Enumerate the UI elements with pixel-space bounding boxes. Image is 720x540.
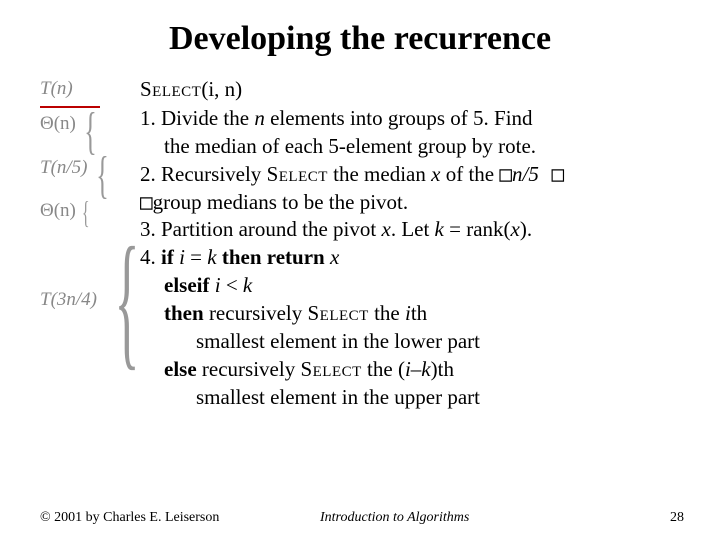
text: = [185,245,207,269]
complexity-column: T(n) Θ(n) { T(n/5) { Θ(n) { T(3n/4) { [40,76,140,412]
box-icon: □ [140,190,153,214]
step-4-elseif: elseif i < k [140,272,564,299]
brace-icon: { [96,158,108,194]
step-4-then: then recursively Select the ith [140,300,564,327]
algorithm-text: Select(i, n) 1. Divide the n elements in… [140,76,564,412]
step-4-then-cont: smallest element in the lower part [140,328,564,355]
kw-elseif: elseif [164,273,215,297]
copyright-text: © 2001 by Charles E. Leiserson [40,510,280,526]
var-k: k [421,357,430,381]
step-1: 1. Divide the n elements into groups of … [140,105,564,132]
var-k: k [435,217,444,241]
var-n: n [254,106,265,130]
brace-icon: { [84,114,96,150]
step-4-else-cont: smallest element in the upper part [140,384,564,411]
kw-then: then [164,301,209,325]
select-header: Select(i, n) [140,76,564,103]
slide-footer: © 2001 by Charles E. Leiserson Introduct… [0,510,720,526]
text: recursively [202,357,301,381]
text: the [369,301,405,325]
select-word: Select [140,77,201,101]
page-number: 28 [644,510,684,526]
text: 1. Divide the [140,106,254,130]
text: ). [520,217,532,241]
t3n4-label: T(3n/4) [40,290,97,311]
text: recursively [209,301,308,325]
select-word: Select [300,357,361,381]
text: 2. Recursively [140,162,267,186]
text: the ( [362,357,405,381]
select-args: (i, n) [201,77,242,101]
step-1-cont: the median of each 5-element group by ro… [140,133,564,160]
kw-if: if [161,245,179,269]
text: = rank( [444,217,511,241]
text: < [221,273,243,297]
text: group medians to be the pivot. [153,190,408,214]
step-4: 4. if i = k then return x [140,244,564,271]
tn-label: T(n) [40,78,73,99]
var-k: k [207,245,216,269]
select-word: Select [307,301,368,325]
step-2-cont: □group medians to be the pivot. [140,189,564,216]
book-title: Introduction to Algorithms [280,510,644,526]
step-2: 2. Recursively Select the median x of th… [140,161,564,188]
var-x: x [381,217,390,241]
box-icon: □ [499,162,512,186]
theta-n2-label: Θ(n) [40,201,76,222]
slide-body: T(n) Θ(n) { T(n/5) { Θ(n) { T(3n/4) { Se… [0,76,720,412]
text: 3. Partition around the pivot [140,217,381,241]
text: the median [328,162,431,186]
text: of the [440,162,499,186]
slide-title: Developing the recurrence [0,0,720,76]
text: th [411,301,427,325]
box-icon: □ [539,162,564,186]
var-x: x [330,245,339,269]
big-brace-icon: { [114,244,139,357]
tn5-label: T(n/5) [40,158,88,179]
var-k: k [243,273,252,297]
text: . Let [391,217,435,241]
kw-then-return: then return [217,245,330,269]
var-x: x [511,217,520,241]
select-word: Select [267,162,328,186]
step-3: 3. Partition around the pivot x. Let k =… [140,216,564,243]
text: )th [431,357,454,381]
step-4-else: else recursively Select the (i–k)th [140,356,564,383]
text: elements into groups of 5. Find [265,106,533,130]
brace-icon: { [82,201,90,223]
text: – [411,357,422,381]
theta-n-label: Θ(n) [40,114,76,135]
var-n5: n/5 [512,162,539,186]
text: 4. [140,245,161,269]
kw-else: else [164,357,202,381]
